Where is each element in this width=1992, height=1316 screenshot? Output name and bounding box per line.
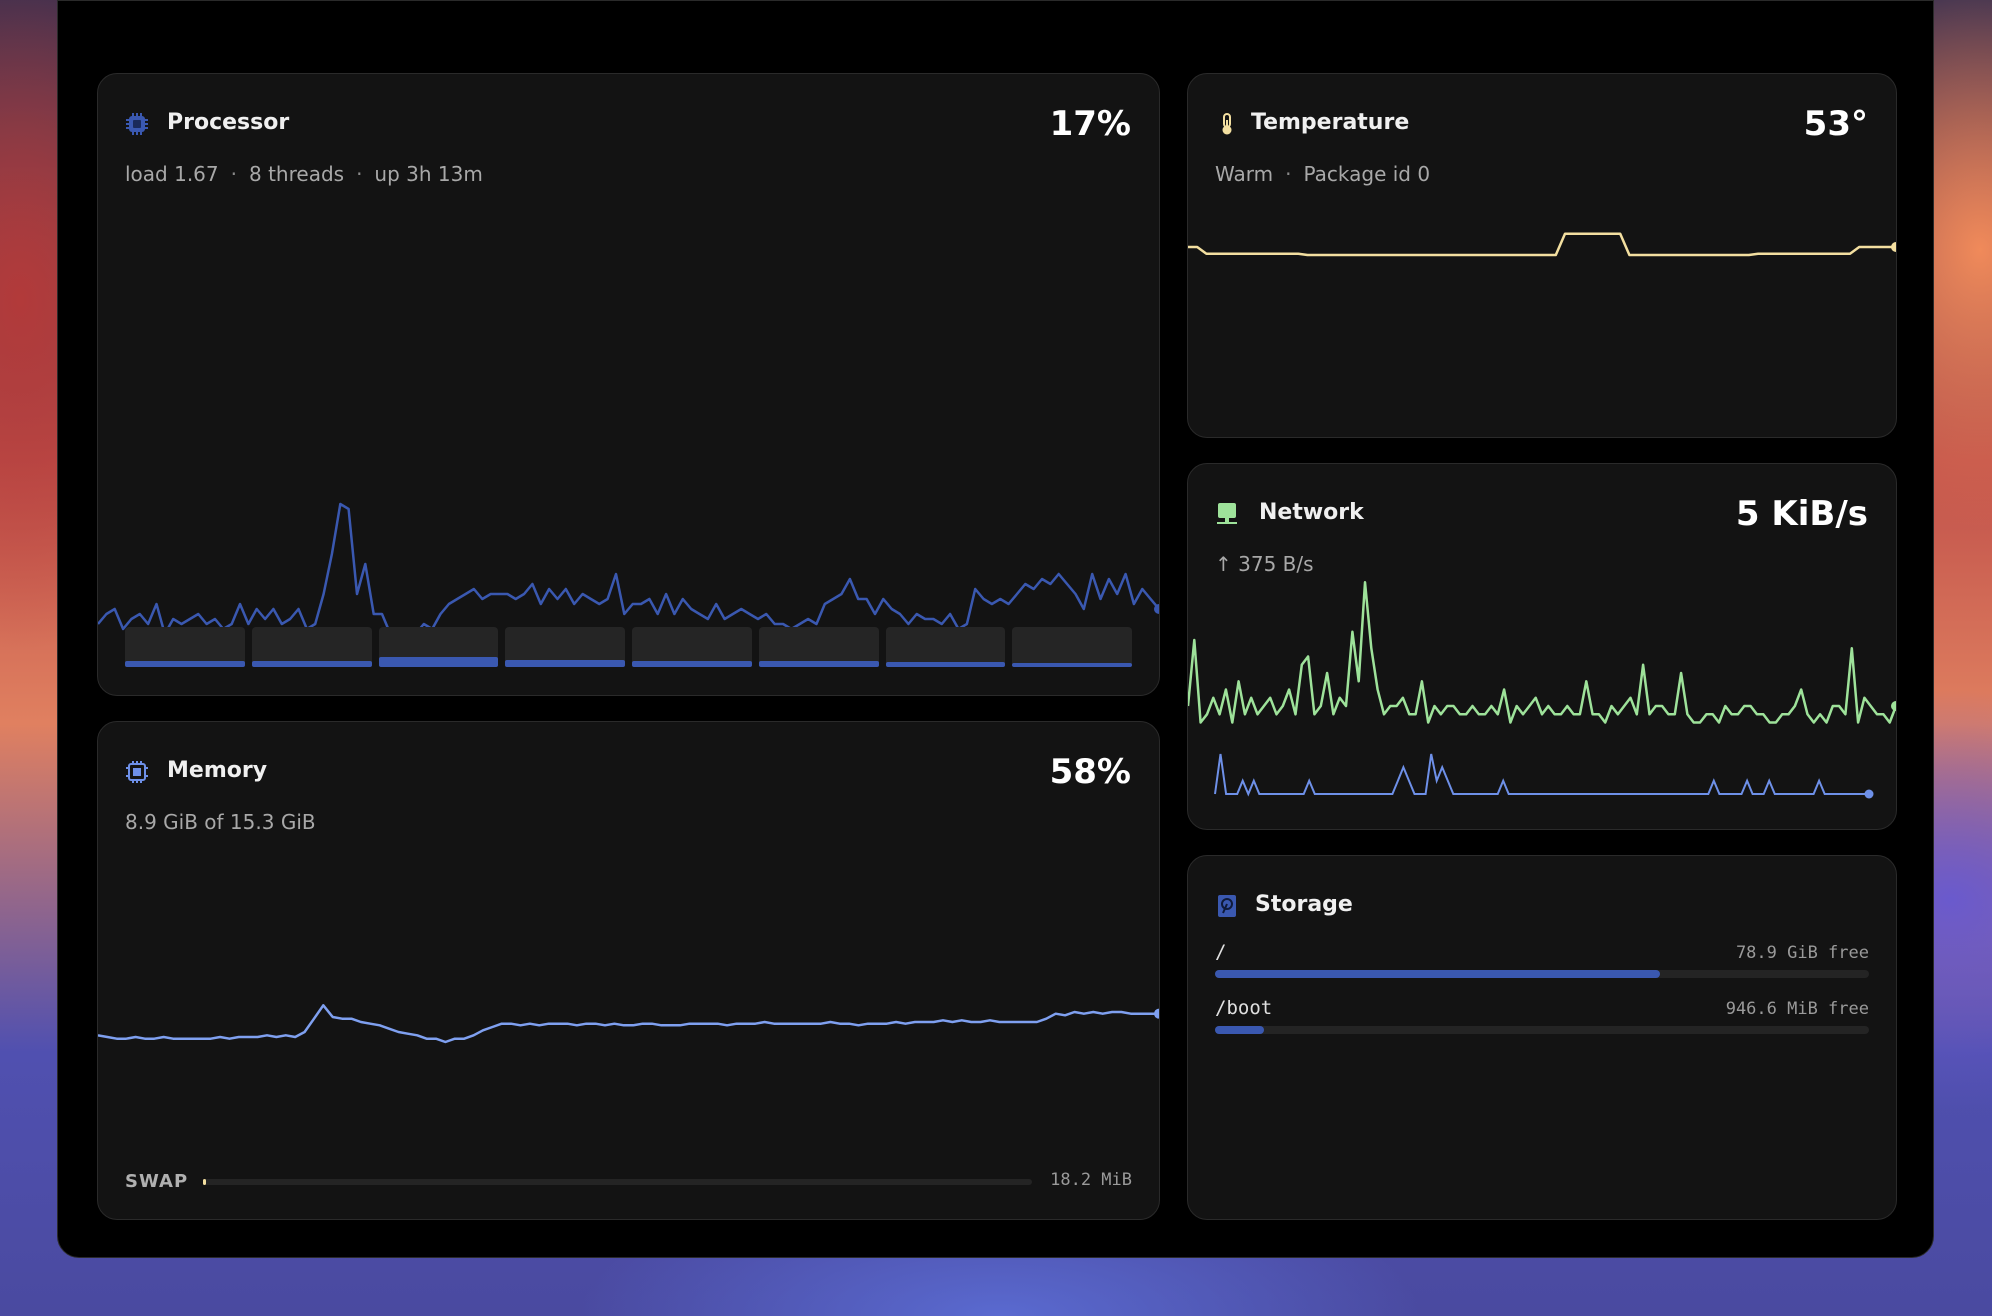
disk-boot-bar-fill xyxy=(1215,1026,1265,1034)
memory-history-line xyxy=(98,1004,1159,1044)
thread-bar-fill-0 xyxy=(125,661,245,667)
thread-bar-fill-2 xyxy=(378,657,499,667)
thread-bar-6 xyxy=(885,627,1006,667)
processor-uptime: up 3h 13m xyxy=(374,162,483,186)
thread-bar-5 xyxy=(758,627,879,667)
cpu-icon xyxy=(126,113,148,135)
network-history-chart xyxy=(1188,581,1896,799)
network-upload-latest-point xyxy=(1864,789,1874,799)
processor-usage-value: 17% xyxy=(1049,104,1131,144)
network-header: Network 5 KiB/s xyxy=(1215,494,1868,534)
disk-root-bar-fill xyxy=(1215,970,1660,978)
memory-history-latest-point xyxy=(1154,1008,1159,1019)
swap-row: SWAP 18.2 MiB xyxy=(125,1169,1132,1193)
thread-bar-fill-1 xyxy=(251,661,372,667)
thread-bar-2 xyxy=(378,627,499,667)
network-download-value: 5 KiB/s xyxy=(1735,494,1868,534)
disk-root-free: 78.9 GiB free xyxy=(1735,943,1869,963)
thread-load-bars xyxy=(125,627,1132,667)
network-upload-history-line xyxy=(1214,753,1869,797)
disk-root: / 78.9 GiB free xyxy=(1215,941,1869,981)
disk-boot-mount: /boot xyxy=(1215,997,1273,1019)
disk-boot-bar-track xyxy=(1215,1026,1869,1034)
temperature-header: Temperature 53° xyxy=(1215,104,1868,144)
temperature-history-line xyxy=(1188,232,1896,257)
thread-bar-0 xyxy=(125,627,245,667)
processor-history-line xyxy=(98,502,1159,641)
storage-card: Storage / 78.9 GiB free /boot 946.6 MiB … xyxy=(1187,855,1897,1220)
swap-bar-fill xyxy=(203,1179,207,1185)
storage-header: Storage xyxy=(1215,886,1868,926)
temperature-details: Warm · Package id 0 xyxy=(1215,162,1431,186)
memory-usage-value: 58% xyxy=(1049,752,1131,792)
thread-bar-fill-6 xyxy=(885,662,1006,667)
temperature-value: 53° xyxy=(1803,104,1868,144)
dashboard-window: Processor 17% load 1.67 · 8 threads · up 3h … xyxy=(57,0,1934,1258)
network-download-history-latest-point xyxy=(1891,701,1896,711)
processor-load: load 1.67 xyxy=(125,162,219,186)
temperature-history-latest-point xyxy=(1891,242,1896,252)
memory-history-chart xyxy=(98,1004,1159,1044)
thread-bar-fill-3 xyxy=(505,660,625,667)
processor-header: Processor 17% xyxy=(125,104,1131,144)
network-download-history-line xyxy=(1188,581,1896,724)
disk-boot: /boot 946.6 MiB free xyxy=(1215,997,1869,1037)
processor-title: Processor xyxy=(167,110,290,135)
thread-bar-7 xyxy=(1012,627,1132,667)
swap-label: SWAP xyxy=(125,1171,189,1192)
memory-card: Memory 58% 8.9 GiB of 15.3 GiB SWAP 18.2… xyxy=(97,721,1160,1220)
disk-boot-free: 946.6 MiB free xyxy=(1725,999,1869,1019)
disk-root-bar-track xyxy=(1215,970,1869,978)
temperature-history-chart xyxy=(1188,232,1896,257)
thread-bar-fill-5 xyxy=(758,661,879,667)
network-upload: ↑ 375 B/s xyxy=(1215,552,1314,576)
thread-bar-1 xyxy=(251,627,372,667)
thread-bar-fill-4 xyxy=(632,661,752,667)
disk-root-mount: / xyxy=(1215,941,1227,963)
thread-bar-fill-7 xyxy=(1012,663,1132,667)
memory-chip-icon xyxy=(126,761,148,783)
processor-card: Processor 17% load 1.67 · 8 threads · up 3h … xyxy=(97,73,1160,696)
network-title: Network xyxy=(1259,500,1364,525)
temperature-title: Temperature xyxy=(1251,110,1410,135)
processor-threads: 8 threads xyxy=(249,162,345,186)
network-icon xyxy=(1217,503,1237,524)
memory-title: Memory xyxy=(167,758,268,783)
temperature-status: Warm xyxy=(1215,162,1274,186)
thermometer-icon xyxy=(1222,113,1232,135)
memory-detail: 8.9 GiB of 15.3 GiB xyxy=(125,810,316,834)
thread-bar-4 xyxy=(632,627,752,667)
temperature-sensor: Package id 0 xyxy=(1303,162,1431,186)
memory-header: Memory 58% xyxy=(125,752,1131,792)
swap-bar-track xyxy=(203,1179,1032,1185)
storage-title: Storage xyxy=(1255,892,1353,917)
thread-bar-3 xyxy=(505,627,625,667)
network-card: Network 5 KiB/s ↑ 375 B/s xyxy=(1187,463,1897,830)
swap-value: 18.2 MiB xyxy=(1050,1170,1132,1190)
temperature-card: Temperature 53° Warm · Package id 0 xyxy=(1187,73,1897,438)
processor-details: load 1.67 · 8 threads · up 3h 13m xyxy=(125,162,483,186)
hard-drive-icon xyxy=(1218,895,1236,917)
